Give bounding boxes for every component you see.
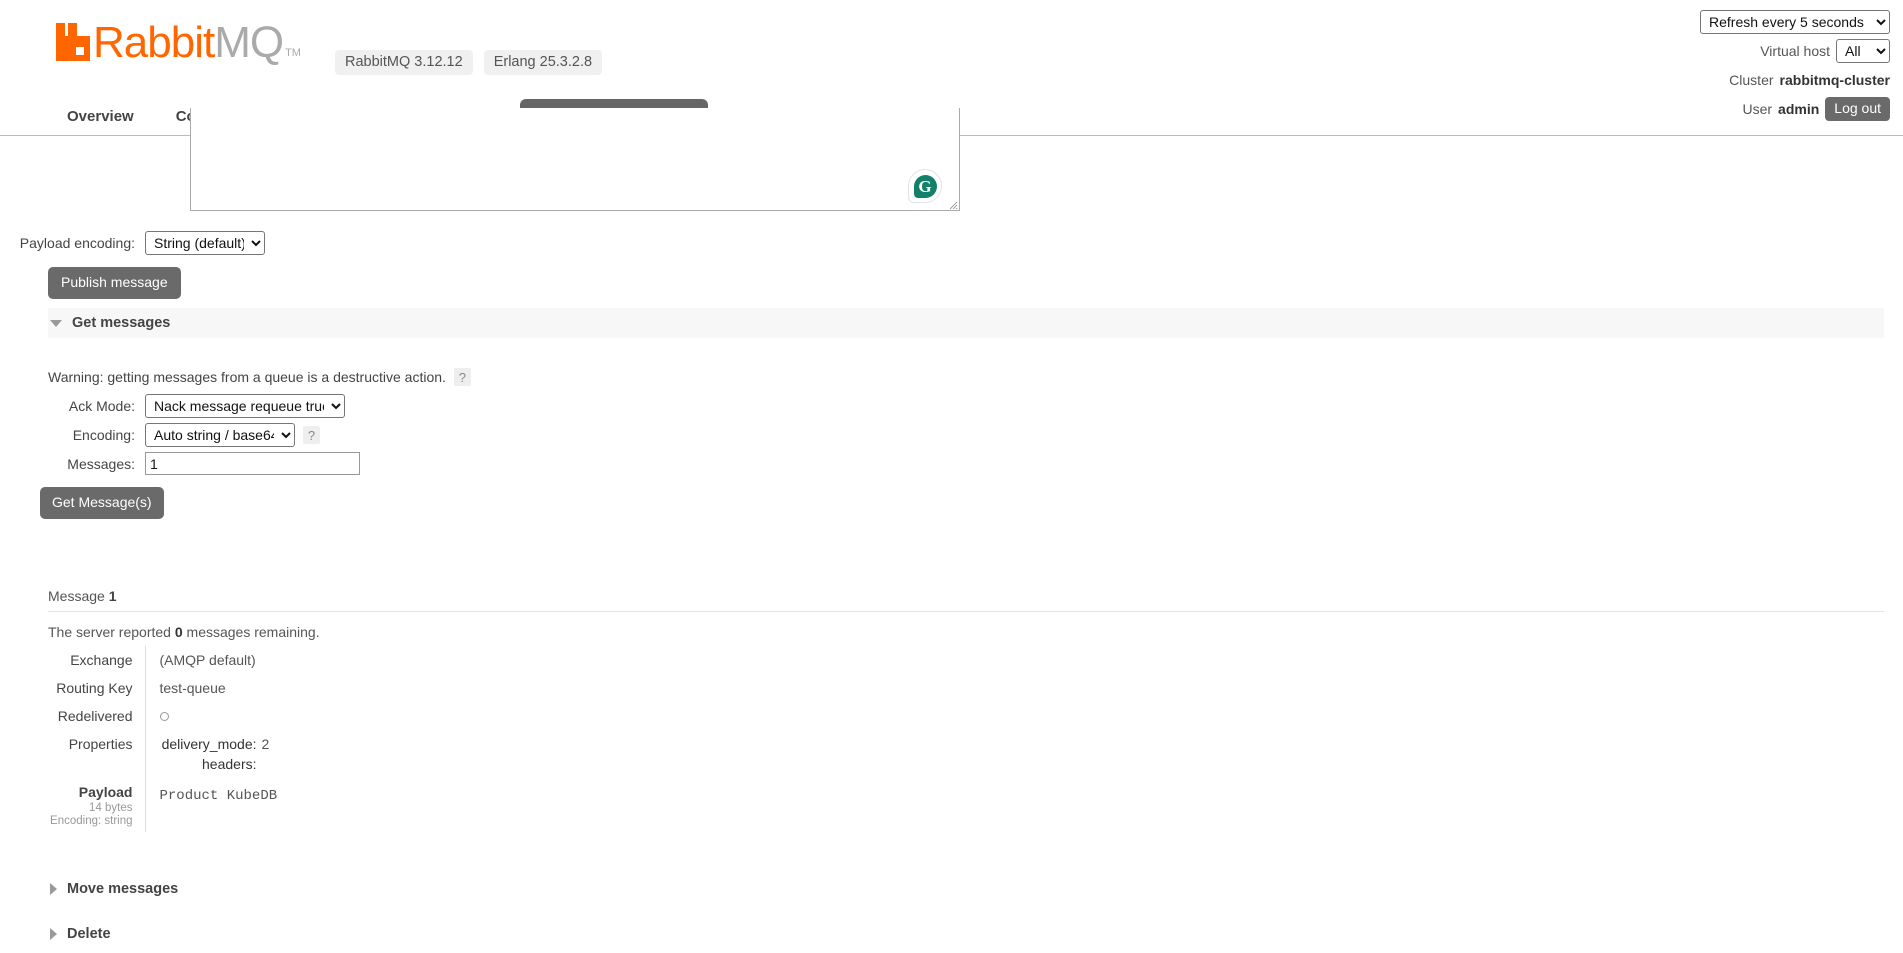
properties-value-cell: delivery_mode: 2 headers: — [145, 730, 277, 778]
property-key: delivery_mode: — [160, 734, 257, 754]
move-messages-section-header[interactable]: Move messages — [48, 874, 1884, 904]
exchange-value: (AMQP default) — [145, 646, 277, 674]
message-result-heading: Message 1 — [48, 588, 1884, 612]
page-header: Rabbit MQ TM RabbitMQ 3.12.12 Erlang 25.… — [0, 0, 1903, 118]
payload-encoding-info: Encoding: string — [0, 815, 133, 828]
chevron-right-icon — [50, 928, 57, 940]
remaining-count: 0 — [175, 624, 183, 640]
payload-body: Product KubeDB — [145, 778, 277, 832]
logo-text-mq: MQ — [214, 22, 283, 64]
routing-key-value: test-queue — [145, 674, 277, 702]
table-row-routing-key: Routing Key test-queue — [0, 674, 277, 702]
warning-help-icon[interactable]: ? — [454, 368, 471, 386]
get-messages-section-title: Get messages — [72, 315, 170, 331]
server-reported-text: The server reported 0 messages remaining… — [48, 624, 320, 640]
ack-mode-label: Ack Mode: — [0, 394, 145, 419]
server-reported-prefix: The server reported — [48, 624, 175, 640]
grammarly-glyph: G — [914, 175, 937, 198]
server-reported-suffix: messages remaining. — [183, 624, 320, 640]
get-messages-section-header[interactable]: Get messages — [48, 308, 1884, 338]
get-messages-button[interactable]: Get Message(s) — [40, 487, 164, 519]
messages-count-row: Messages: — [0, 452, 360, 477]
table-row-exchange: Exchange (AMQP default) — [0, 646, 277, 674]
table-row-redelivered: Redelivered — [0, 702, 277, 730]
encoding-row: Encoding: Auto string / base64 ? — [0, 423, 320, 448]
payload-size: 14 bytes — [0, 802, 133, 815]
publish-payload-textarea[interactable] — [190, 108, 960, 211]
messages-count-label: Messages: — [0, 452, 145, 477]
grammarly-icon[interactable]: G — [908, 169, 942, 203]
encoding-help-icon[interactable]: ? — [303, 426, 320, 444]
encoding-select[interactable]: Auto string / base64 — [145, 423, 295, 447]
properties-label: Properties — [0, 730, 145, 778]
exchange-label: Exchange — [0, 646, 145, 674]
refresh-interval-select[interactable]: Refresh every 5 seconds — [1700, 10, 1890, 34]
routing-key-label: Routing Key — [0, 674, 145, 702]
erlang-version-badge: Erlang 25.3.2.8 — [484, 50, 602, 75]
property-key: headers: — [160, 754, 257, 774]
message-heading-prefix: Message — [48, 588, 109, 604]
delete-section-header[interactable]: Delete — [48, 919, 1884, 949]
redelivered-value-cell — [145, 702, 277, 730]
messages-count-input[interactable] — [145, 452, 360, 475]
logo-text-rabbit: Rabbit — [93, 22, 214, 64]
payload-encoding-label: Payload encoding: — [0, 231, 145, 255]
rabbit-logo-icon — [56, 23, 90, 61]
boolean-false-circle-icon — [160, 712, 169, 721]
encoding-label: Encoding: — [0, 423, 145, 448]
payload-label: Payload — [0, 782, 133, 802]
ack-mode-select[interactable]: Nack message requeue true — [145, 394, 345, 418]
rabbitmq-version-badge: RabbitMQ 3.12.12 — [335, 50, 473, 75]
table-row-properties: Properties delivery_mode: 2 headers: — [0, 730, 277, 778]
cluster-label: Cluster — [1729, 72, 1773, 88]
cluster-name: rabbitmq-cluster — [1780, 72, 1890, 88]
trademark-symbol: TM — [285, 47, 301, 59]
version-badges: RabbitMQ 3.12.12 Erlang 25.3.2.8 — [335, 50, 602, 75]
payload-label-cell: Payload 14 bytes Encoding: string — [0, 778, 145, 832]
rabbitmq-logo: Rabbit MQ TM — [56, 22, 301, 64]
property-value: 2 — [262, 734, 270, 754]
warning-label: Warning: getting messages from a queue i… — [48, 369, 446, 385]
publish-message-button[interactable]: Publish message — [48, 267, 181, 299]
message-number: 1 — [109, 588, 117, 604]
virtual-host-select[interactable]: All — [1836, 39, 1890, 63]
payload-encoding-select[interactable]: String (default) — [145, 231, 265, 255]
delete-title: Delete — [67, 926, 111, 942]
message-detail-table: Exchange (AMQP default) Routing Key test… — [0, 646, 277, 832]
destructive-action-warning: Warning: getting messages from a queue i… — [48, 368, 471, 386]
publish-payload-container: G — [190, 108, 960, 211]
move-messages-title: Move messages — [67, 881, 178, 897]
property-delivery-mode: delivery_mode: 2 — [160, 734, 278, 754]
payload-encoding-row: Payload encoding: String (default) — [0, 231, 265, 255]
tab-overview[interactable]: Overview — [48, 99, 153, 135]
vhost-label: Virtual host — [1760, 43, 1830, 59]
table-row-payload: Payload 14 bytes Encoding: string Produc… — [0, 778, 277, 832]
property-headers: headers: — [160, 754, 278, 774]
redelivered-label: Redelivered — [0, 702, 145, 730]
ack-mode-row: Ack Mode: Nack message requeue true — [0, 394, 345, 419]
chevron-right-icon — [50, 883, 57, 895]
chevron-down-icon — [50, 320, 62, 327]
